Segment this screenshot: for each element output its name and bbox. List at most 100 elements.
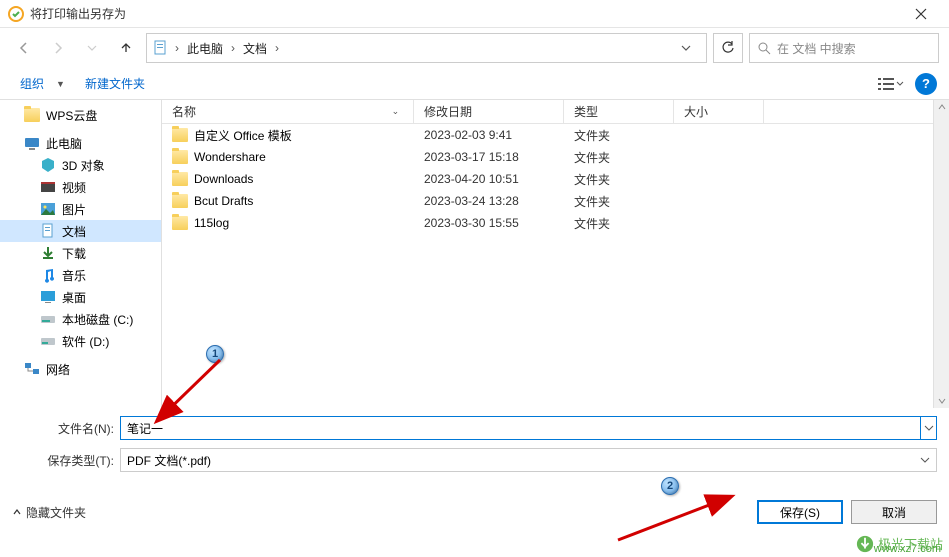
- watermark-logo-icon: [856, 535, 874, 553]
- recent-dropdown[interactable]: [78, 34, 106, 62]
- file-date: 2023-02-03 9:41: [414, 128, 564, 142]
- column-size[interactable]: 大小: [674, 100, 764, 123]
- organize-button[interactable]: 组织: [12, 73, 52, 94]
- file-date: 2023-03-30 15:55: [414, 216, 564, 230]
- file-row[interactable]: Bcut Drafts 2023-03-24 13:28文件夹: [162, 190, 949, 212]
- sidebar-local-c[interactable]: 本地磁盘 (C:): [0, 308, 161, 330]
- sidebar-videos[interactable]: 视频: [0, 176, 161, 198]
- drive-icon: [40, 311, 56, 327]
- sidebar-this-pc[interactable]: 此电脑: [0, 132, 161, 154]
- sidebar-music[interactable]: 音乐: [0, 264, 161, 286]
- pc-icon: [24, 135, 40, 151]
- sidebar-downloads[interactable]: 下载: [0, 242, 161, 264]
- folder-icon: [172, 150, 188, 164]
- address-bar[interactable]: › 此电脑 › 文档 ›: [146, 33, 707, 63]
- scroll-down-icon: [937, 396, 947, 406]
- file-type: 文件夹: [564, 193, 674, 210]
- chevron-right-icon: ›: [273, 41, 281, 55]
- sidebar-item-label: 视频: [62, 179, 86, 196]
- filename-label: 文件名(N):: [12, 420, 120, 437]
- filetype-select[interactable]: PDF 文档(*.pdf): [120, 448, 937, 472]
- file-date: 2023-03-17 15:18: [414, 150, 564, 164]
- window-title: 将打印输出另存为: [30, 5, 901, 22]
- help-button[interactable]: ?: [915, 73, 937, 95]
- file-name: Bcut Drafts: [194, 194, 253, 208]
- file-row[interactable]: Downloads 2023-04-20 10:51文件夹: [162, 168, 949, 190]
- sidebar-item-label: 音乐: [62, 267, 86, 284]
- sidebar-pictures[interactable]: 图片: [0, 198, 161, 220]
- forward-button[interactable]: [44, 34, 72, 62]
- file-row[interactable]: 自定义 Office 模板2023-02-03 9:41文件夹: [162, 124, 949, 146]
- chevron-right-icon: ›: [173, 41, 181, 55]
- filename-input[interactable]: [120, 416, 921, 440]
- file-name: Wondershare: [194, 150, 266, 164]
- sidebar-documents[interactable]: 文档: [0, 220, 161, 242]
- drive-icon: [40, 333, 56, 349]
- folder-icon: [172, 128, 188, 142]
- sort-indicator-icon: ⌄: [392, 106, 400, 117]
- column-type[interactable]: 类型: [564, 100, 674, 123]
- breadcrumb-folder[interactable]: 文档: [241, 40, 269, 57]
- chevron-down-icon: [920, 455, 930, 465]
- sidebar-item-label: 文档: [62, 223, 86, 240]
- search-box[interactable]: 在 文档 中搜索: [749, 33, 939, 63]
- sidebar-3d-objects[interactable]: 3D 对象: [0, 154, 161, 176]
- file-row[interactable]: 115log 2023-03-30 15:55文件夹: [162, 212, 949, 234]
- cancel-button[interactable]: 取消: [851, 500, 937, 524]
- sidebar-item-label: 本地磁盘 (C:): [62, 311, 133, 328]
- organize-dropdown-icon[interactable]: ▼: [56, 79, 73, 89]
- save-button[interactable]: 保存(S): [757, 500, 843, 524]
- folder-icon: [172, 216, 188, 230]
- file-row[interactable]: Wondershare2023-03-17 15:18文件夹: [162, 146, 949, 168]
- sidebar-item-label: 桌面: [62, 289, 86, 306]
- folder-icon: [172, 194, 188, 208]
- address-dropdown[interactable]: [672, 43, 700, 53]
- annotation-callout-2: 2: [661, 477, 679, 495]
- search-placeholder: 在 文档 中搜索: [777, 40, 856, 57]
- up-button[interactable]: [112, 34, 140, 62]
- close-button[interactable]: [901, 0, 941, 28]
- file-list: 名称 ⌄ 修改日期 类型 大小 自定义 Office 模板2023-02-03 9…: [162, 100, 949, 408]
- sidebar-item-label: 3D 对象: [62, 157, 105, 174]
- refresh-button[interactable]: [713, 33, 743, 63]
- file-date: 2023-03-24 13:28: [414, 194, 564, 208]
- filetype-value: PDF 文档(*.pdf): [127, 452, 211, 469]
- sidebar-item-label: 软件 (D:): [62, 333, 109, 350]
- column-label: 名称: [172, 103, 196, 120]
- filetype-label: 保存类型(T):: [12, 452, 120, 469]
- view-mode-button[interactable]: [871, 73, 911, 95]
- watermark-url: www.xz7.com: [874, 543, 941, 555]
- sidebar-wps-cloud[interactable]: WPS云盘: [0, 104, 161, 126]
- sidebar-desktop[interactable]: 桌面: [0, 286, 161, 308]
- file-name: Downloads: [194, 172, 253, 186]
- cloud-folder-icon: [24, 107, 40, 123]
- file-name: 115log: [194, 216, 229, 230]
- videos-icon: [40, 179, 56, 195]
- sidebar-network[interactable]: 网络: [0, 358, 161, 380]
- app-icon: [8, 6, 24, 22]
- network-icon: [24, 361, 40, 377]
- annotation-callout-1: 1: [206, 345, 224, 363]
- documents-icon: [153, 40, 169, 56]
- column-name[interactable]: 名称 ⌄: [162, 100, 414, 123]
- scroll-up-icon: [937, 102, 947, 112]
- sidebar-item-label: 此电脑: [46, 135, 82, 152]
- sidebar: WPS云盘 此电脑 3D 对象 视频 图片 文档 下载 音乐 桌面 本地磁盘 (…: [0, 100, 162, 408]
- documents-icon: [40, 223, 56, 239]
- breadcrumb-root[interactable]: 此电脑: [185, 40, 225, 57]
- hide-folders-toggle[interactable]: 隐藏文件夹: [12, 504, 86, 521]
- back-button[interactable]: [10, 34, 38, 62]
- file-type: 文件夹: [564, 215, 674, 232]
- folder-icon: [172, 172, 188, 186]
- file-date: 2023-04-20 10:51: [414, 172, 564, 186]
- file-type: 文件夹: [564, 171, 674, 188]
- music-icon: [40, 267, 56, 283]
- new-folder-button[interactable]: 新建文件夹: [77, 73, 153, 94]
- sidebar-soft-d[interactable]: 软件 (D:): [0, 330, 161, 352]
- filename-dropdown[interactable]: [921, 416, 937, 440]
- sidebar-item-label: 网络: [46, 361, 70, 378]
- scrollbar[interactable]: [933, 100, 949, 408]
- sidebar-item-label: 下载: [62, 245, 86, 262]
- column-date[interactable]: 修改日期: [414, 100, 564, 123]
- chevron-up-icon: [12, 507, 22, 517]
